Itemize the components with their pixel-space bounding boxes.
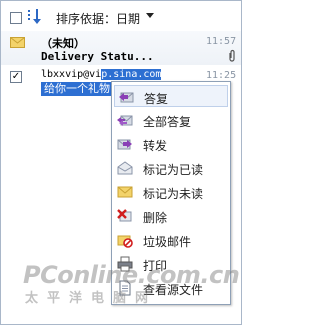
menu-item-mark-read[interactable]: 标记为已读	[114, 157, 228, 179]
menu-item-reply-all[interactable]: 全部答复	[114, 109, 228, 131]
forward-icon	[117, 139, 132, 150]
mark-unread-icon	[117, 186, 133, 198]
view-source-icon	[119, 280, 131, 296]
mail-time: 11:25	[206, 70, 237, 81]
menu-item-delete[interactable]: 删除	[114, 205, 228, 227]
mail-list-item[interactable]: （未知） 11:57 Delivery Statu...	[1, 31, 241, 65]
menu-item-label: 垃圾邮件	[143, 235, 192, 249]
menu-item-label: 标记为未读	[143, 187, 204, 201]
delete-icon	[117, 209, 132, 222]
context-menu: 答复 全部答复 转发 标记为已读 标记为未读 删除 垃圾邮件 打印 查看源文件	[111, 81, 231, 305]
mail-time: 11:57	[206, 36, 237, 47]
sort-icon[interactable]	[27, 8, 45, 26]
menu-item-spam[interactable]: 垃圾邮件	[114, 229, 228, 251]
print-icon	[117, 256, 133, 272]
spam-icon	[117, 235, 133, 248]
sort-by-label[interactable]: 排序依据：日期	[56, 10, 140, 27]
menu-item-forward[interactable]: 转发	[114, 133, 228, 155]
menu-item-label: 标记为已读	[143, 163, 204, 177]
mail-subject: Delivery Statu...	[41, 50, 154, 63]
menu-item-label: 查看源文件	[143, 283, 204, 297]
mail-sender: lbxxvip@vip.sina.com	[41, 69, 162, 80]
menu-item-label: 转发	[143, 139, 168, 153]
unread-envelope-icon	[10, 37, 25, 48]
mail-window: 排序依据：日期 （未知） 11:57 Delivery Statu... ✓ l…	[0, 0, 242, 325]
menu-item-view-source[interactable]: 查看源文件	[114, 277, 228, 299]
reply-all-icon	[117, 115, 133, 126]
menu-item-label: 打印	[143, 259, 168, 273]
menu-item-label: 全部答复	[143, 115, 192, 129]
attachment-icon	[229, 49, 235, 62]
list-toolbar: 排序依据：日期	[1, 1, 241, 31]
menu-item-print[interactable]: 打印	[114, 253, 228, 275]
mark-read-icon	[117, 161, 133, 175]
menu-item-mark-unread[interactable]: 标记为未读	[114, 181, 228, 203]
mail-sender: （未知）	[41, 37, 85, 50]
sort-dropdown-chevron-icon[interactable]	[146, 13, 154, 18]
select-all-checkbox[interactable]	[10, 12, 22, 24]
menu-item-label: 答复	[144, 92, 169, 106]
mail-subject: 给你一个礼物	[41, 82, 113, 96]
menu-item-reply[interactable]: 答复	[114, 85, 228, 107]
menu-item-label: 删除	[143, 211, 168, 225]
reply-icon	[119, 92, 134, 103]
mail-row-checkbox[interactable]: ✓	[10, 71, 22, 83]
